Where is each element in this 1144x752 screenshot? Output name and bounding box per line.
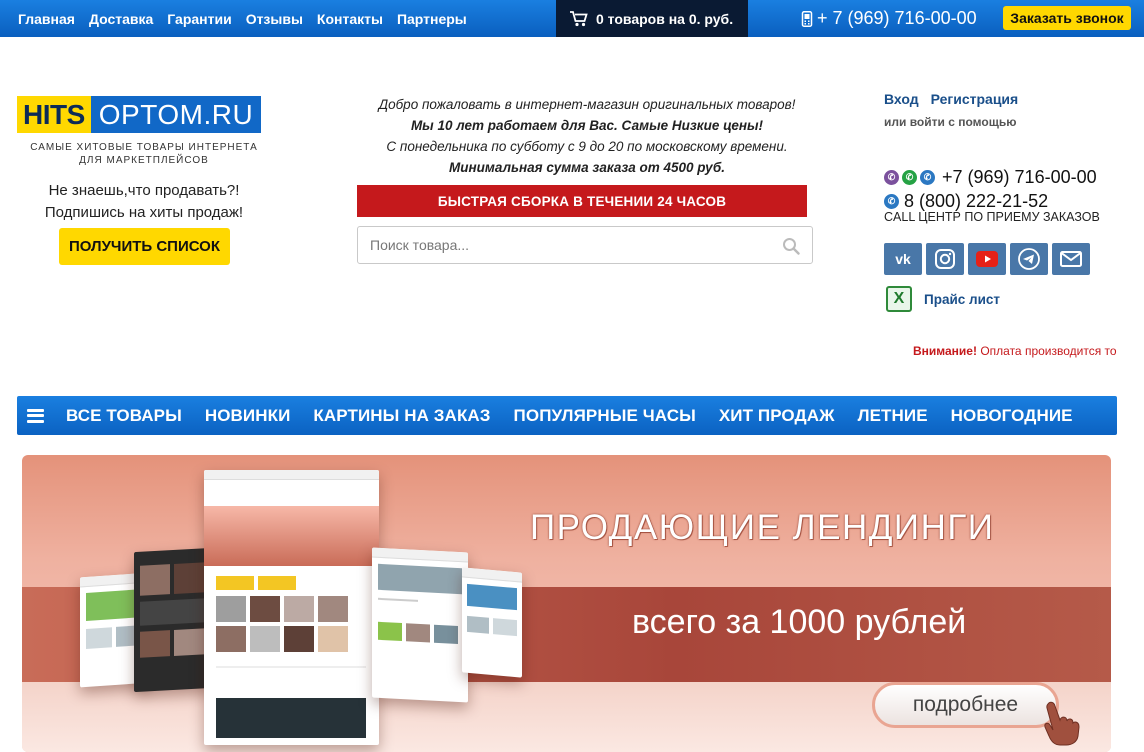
menu-item-bestsellers[interactable]: ХИТ ПРОДАЖ bbox=[719, 406, 835, 426]
phone-number-1: +7 (969) 716-00-00 bbox=[942, 167, 1097, 187]
landing-pages-banner[interactable]: ПРОДАЮЩИЕ ЛЕНДИНГИ всего за 1000 рублей … bbox=[22, 455, 1111, 752]
pointing-hand-icon bbox=[1044, 701, 1080, 746]
top-bar: Главная Доставка Гарантии Отзывы Контакт… bbox=[0, 0, 1144, 37]
notice-warning: Внимание! bbox=[913, 344, 977, 358]
whatsapp-icon[interactable]: ✆ bbox=[902, 170, 917, 185]
menu-item-custom-paintings[interactable]: КАРТИНЫ НА ЗАКАЗ bbox=[313, 406, 490, 426]
register-link[interactable]: Регистрация bbox=[931, 91, 1019, 107]
top-phone[interactable]: + 7 (969) 716-00-00 bbox=[801, 0, 977, 37]
fast-assembly-banner: БЫСТРАЯ СБОРКА В ТЕЧЕНИИ 24 ЧАСОВ bbox=[357, 185, 807, 217]
cart-summary[interactable]: 0 товаров на 0. руб. bbox=[556, 0, 748, 37]
excel-icon: X bbox=[886, 286, 912, 312]
cart-text: 0 товаров на 0. руб. bbox=[596, 10, 734, 27]
top-nav: Главная Доставка Гарантии Отзывы Контакт… bbox=[18, 0, 467, 37]
menu-item-all-products[interactable]: ВСЕ ТОВАРЫ bbox=[66, 406, 182, 426]
welcome-line-1: Добро пожаловать в интернет-магазин ориг… bbox=[378, 97, 796, 112]
site-logo[interactable]: HITS OPTOM.RU bbox=[17, 96, 262, 133]
social-links: vk bbox=[884, 243, 1090, 275]
nav-link-delivery[interactable]: Доставка bbox=[89, 11, 153, 27]
auth-links: Вход Регистрация bbox=[884, 91, 1018, 107]
logo-part-hits: HITS bbox=[17, 96, 91, 133]
phone-icon: ✆ bbox=[920, 170, 935, 185]
welcome-line-2: Мы 10 лет работаем для Вас. Самые Низкие… bbox=[410, 118, 764, 133]
login-link[interactable]: Вход bbox=[884, 91, 919, 107]
mock-screen-dark bbox=[134, 547, 212, 693]
nav-link-home[interactable]: Главная bbox=[18, 11, 75, 27]
menu-item-summer[interactable]: ЛЕТНИЕ bbox=[858, 406, 928, 426]
phone-number-2: 8 (800) 222-21-52 bbox=[904, 191, 1049, 211]
callback-button[interactable]: Заказать звонок bbox=[1003, 6, 1131, 30]
notice-text: Оплата производится то bbox=[980, 344, 1117, 358]
search-box bbox=[357, 226, 813, 264]
email-icon[interactable] bbox=[1052, 243, 1090, 275]
youtube-icon[interactable] bbox=[968, 243, 1006, 275]
nav-link-partners[interactable]: Партнеры bbox=[397, 11, 467, 27]
mock-screen-far-right bbox=[462, 567, 522, 678]
menu-item-new[interactable]: НОВИНКИ bbox=[205, 406, 291, 426]
phone-icon: ✆ bbox=[884, 194, 899, 209]
payment-notice-marquee: Внимание! Оплата производится то bbox=[913, 344, 1117, 358]
mock-screen-main bbox=[204, 470, 379, 745]
menu-item-popular-watches[interactable]: ПОПУЛЯРНЫЕ ЧАСЫ bbox=[514, 406, 696, 426]
hamburger-menu-icon[interactable] bbox=[27, 408, 44, 423]
instagram-icon[interactable] bbox=[926, 243, 964, 275]
welcome-line-4: Минимальная сумма заказа от 4500 руб. bbox=[449, 160, 725, 175]
svg-text:vk: vk bbox=[895, 251, 911, 267]
get-list-button[interactable]: ПОЛУЧИТЬ СПИСОК bbox=[59, 228, 230, 265]
promo-line-2: Подпишись на хиты продаж! bbox=[44, 204, 244, 221]
nav-link-guarantees[interactable]: Гарантии bbox=[167, 11, 231, 27]
search-input[interactable] bbox=[358, 227, 768, 263]
mobile-phone-icon bbox=[801, 10, 813, 27]
phone-line-2[interactable]: ✆ 8 (800) 222-21-52 bbox=[884, 191, 1048, 212]
banner-more-button[interactable]: подробнее bbox=[872, 682, 1059, 728]
top-phone-number: + 7 (969) 716-00-00 bbox=[817, 8, 977, 28]
promo-line-1: Не знаешь,что продавать?! bbox=[48, 182, 240, 199]
viber-icon[interactable]: ✆ bbox=[884, 170, 899, 185]
vk-icon[interactable]: vk bbox=[884, 243, 922, 275]
telegram-icon[interactable] bbox=[1010, 243, 1048, 275]
phone-line-1[interactable]: ✆ ✆ ✆ +7 (969) 716-00-00 bbox=[884, 167, 1097, 188]
mock-screen-right bbox=[372, 547, 468, 703]
login-via-text: или войти с помощью bbox=[884, 115, 1017, 129]
price-list-label: Прайс лист bbox=[924, 291, 1001, 307]
cart-icon bbox=[570, 10, 588, 26]
logo-tagline: Самые хитовые товары интернета для марке… bbox=[30, 142, 258, 166]
search-icon[interactable] bbox=[782, 237, 800, 255]
call-center-label: CALL ЦЕНТР ПО ПРИЕМУ ЗАКАЗОВ bbox=[884, 210, 1100, 224]
main-menu: ВСЕ ТОВАРЫ НОВИНКИ КАРТИНЫ НА ЗАКАЗ ПОПУ… bbox=[17, 396, 1117, 435]
welcome-text: Добро пожаловать в интернет-магазин ориг… bbox=[357, 94, 817, 178]
banner-title: ПРОДАЮЩИЕ ЛЕНДИНГИ bbox=[530, 508, 995, 547]
subscribe-promo: Не знаешь,что продавать?! Подпишись на х… bbox=[20, 180, 268, 224]
nav-link-contacts[interactable]: Контакты bbox=[317, 11, 383, 27]
banner-subtitle: всего за 1000 рублей bbox=[632, 603, 967, 641]
logo-part-domain: OPTOM.RU bbox=[90, 96, 262, 133]
welcome-line-3: С понедельника по субботу с 9 до 20 по м… bbox=[386, 139, 788, 154]
menu-item-new-year[interactable]: НОВОГОДНИЕ bbox=[951, 406, 1073, 426]
nav-link-reviews[interactable]: Отзывы bbox=[246, 11, 303, 27]
price-list-link[interactable]: X Прайс лист bbox=[886, 286, 1000, 312]
